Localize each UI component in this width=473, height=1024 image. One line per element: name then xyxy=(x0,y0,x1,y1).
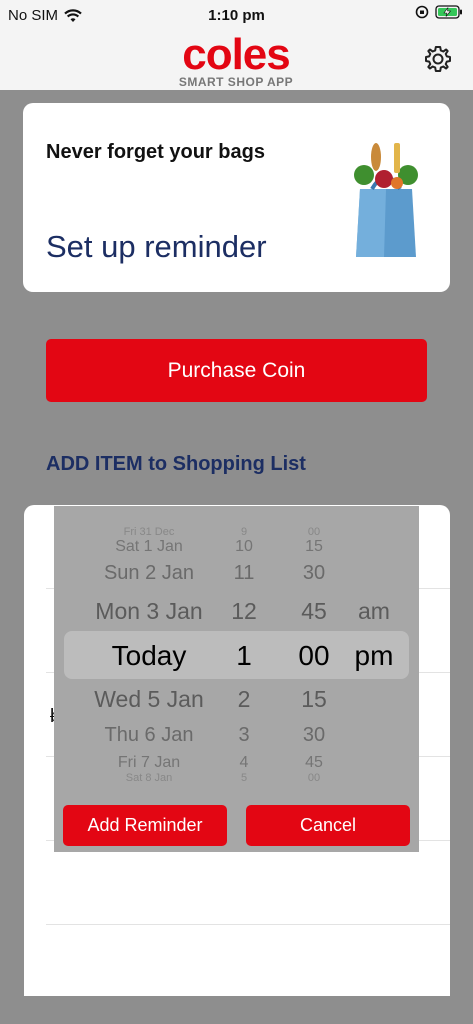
grocery-bag-icon xyxy=(354,143,418,257)
date-option[interactable]: Mon 3 Jan xyxy=(74,598,224,625)
minute-option[interactable]: 00 xyxy=(284,772,344,784)
minute-option[interactable]: 15 xyxy=(284,538,344,556)
reminder-headline: Never forget your bags xyxy=(46,141,265,163)
status-time: 1:10 pm xyxy=(208,7,265,24)
date-option[interactable]: Sat 8 Jan xyxy=(74,772,224,784)
app-header: coles SMART SHOP APP xyxy=(0,32,473,90)
minute-option[interactable]: 30 xyxy=(284,562,344,585)
hour-option[interactable]: 11 xyxy=(219,562,269,585)
reminder-picker: Fri 31 Dec Sat 1 Jan Sun 2 Jan Mon 3 Jan… xyxy=(54,506,419,852)
date-option[interactable]: Sat 1 Jan xyxy=(74,538,224,556)
logo-wordmark: coles xyxy=(182,30,291,79)
cancel-button[interactable]: Cancel xyxy=(246,805,410,846)
hour-option-selected[interactable]: 1 xyxy=(219,640,269,672)
add-reminder-button[interactable]: Add Reminder xyxy=(63,805,227,846)
date-option[interactable]: Fri 31 Dec xyxy=(74,526,224,538)
battery-charging-icon xyxy=(435,5,462,19)
add-item-link[interactable]: ADD ITEM to Shopping List xyxy=(46,453,306,476)
minute-option-selected[interactable]: 00 xyxy=(284,640,344,672)
gear-icon[interactable] xyxy=(423,44,453,74)
list-item-empty[interactable] xyxy=(46,841,450,925)
hour-option[interactable]: 9 xyxy=(219,526,269,538)
purchase-coin-button[interactable]: Purchase Coin xyxy=(46,339,427,402)
minute-option[interactable]: 15 xyxy=(284,686,344,713)
minute-option[interactable]: 45 xyxy=(284,754,344,772)
hour-option[interactable]: 3 xyxy=(219,724,269,747)
date-option[interactable]: Wed 5 Jan xyxy=(74,686,224,713)
minute-option[interactable]: 00 xyxy=(284,526,344,538)
date-option[interactable]: Fri 7 Jan xyxy=(74,754,224,772)
hour-option[interactable]: 5 xyxy=(219,772,269,784)
ampm-option[interactable]: am xyxy=(344,598,404,625)
logo-tagline: SMART SHOP APP xyxy=(178,75,294,89)
bag-reminder-card[interactable]: Never forget your bags Set up reminder xyxy=(23,103,450,292)
hour-option[interactable]: 10 xyxy=(219,538,269,556)
date-option[interactable]: Thu 6 Jan xyxy=(74,724,224,747)
hour-option[interactable]: 12 xyxy=(219,598,269,625)
date-option-selected[interactable]: Today xyxy=(74,640,224,672)
coles-logo: coles SMART SHOP APP xyxy=(158,30,314,90)
orientation-lock-icon xyxy=(415,5,429,19)
status-right xyxy=(415,5,463,19)
hour-option[interactable]: 2 xyxy=(219,686,269,713)
date-option[interactable]: Sun 2 Jan xyxy=(74,562,224,585)
hour-option[interactable]: 4 xyxy=(219,754,269,772)
minute-option[interactable]: 30 xyxy=(284,724,344,747)
setup-reminder-link[interactable]: Set up reminder xyxy=(46,229,267,265)
status-bar: No SIM 1:10 pm xyxy=(0,0,473,32)
minute-option[interactable]: 45 xyxy=(284,598,344,625)
ampm-option-selected[interactable]: pm xyxy=(344,640,404,672)
